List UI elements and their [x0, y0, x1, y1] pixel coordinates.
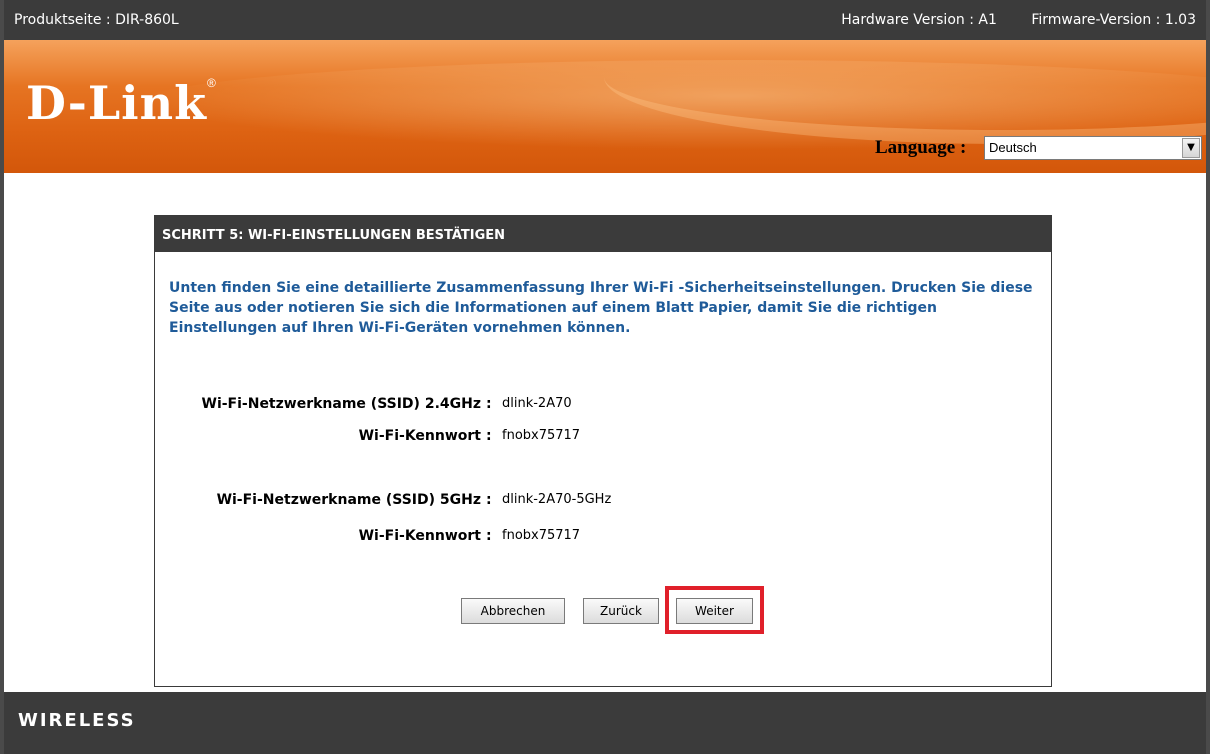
separator: : — [486, 396, 492, 412]
cancel-button[interactable]: Abbrechen — [461, 598, 565, 624]
ssid-24ghz-row: Wi-Fi-Netzwerkname (SSID) 2.4GHz : dlink… — [155, 393, 1051, 415]
password-5ghz-label: Wi-Fi-Kennwort — [358, 528, 481, 544]
hardware-version: Hardware Version : A1 — [841, 12, 997, 28]
dlink-logo: D-Link® — [26, 76, 217, 130]
next-button-highlight — [665, 586, 764, 634]
password-5ghz-value: fnobx75717 — [502, 528, 581, 543]
language-label: Language : — [875, 137, 967, 158]
product-page-label: Produktseite : DIR-860L — [14, 12, 179, 28]
password-24ghz-value: fnobx75717 — [502, 428, 581, 443]
ssid-5ghz-value: dlink-2A70-5GHz — [502, 492, 612, 507]
router-setup-page: Produktseite : DIR-860L Hardware Version… — [0, 0, 1210, 754]
brand-header: D-Link® Language : Deutsch ▼ — [4, 40, 1206, 173]
back-button[interactable]: Zurück — [583, 598, 659, 624]
version-info: Hardware Version : A1 Firmware-Version :… — [811, 0, 1196, 40]
ssid-24ghz-label: Wi-Fi-Netzwerkname (SSID) 2.4GHz — [201, 396, 482, 412]
registered-mark: ® — [206, 76, 217, 90]
chevron-down-icon[interactable]: ▼ — [1182, 138, 1200, 158]
wireless-footer-label: WIRELESS — [18, 710, 136, 731]
password-5ghz-row: Wi-Fi-Kennwort : fnobx75717 — [155, 525, 1051, 547]
wifi-settings-panel: SCHRITT 5: WI-FI-EINSTELLUNGEN BESTÄTIGE… — [154, 215, 1052, 687]
logo-text: D-Link — [26, 76, 207, 130]
footer-bar: WIRELESS — [4, 692, 1206, 754]
intro-text: Unten finden Sie eine detaillierte Zusam… — [169, 280, 1033, 336]
ssid-24ghz-value: dlink-2A70 — [502, 396, 572, 411]
language-select[interactable]: Deutsch ▼ — [984, 136, 1202, 160]
panel-title: SCHRITT 5: WI-FI-EINSTELLUNGEN BESTÄTIGE… — [155, 216, 1051, 252]
ssid-5ghz-row: Wi-Fi-Netzwerkname (SSID) 5GHz : dlink-2… — [155, 489, 1051, 511]
language-selected-value: Deutsch — [989, 140, 1037, 155]
separator: : — [486, 428, 492, 444]
firmware-version: Firmware-Version : 1.03 — [1031, 12, 1196, 28]
ssid-5ghz-label: Wi-Fi-Netzwerkname (SSID) 5GHz — [216, 492, 481, 508]
top-info-bar: Produktseite : DIR-860L Hardware Version… — [4, 0, 1206, 40]
password-24ghz-label: Wi-Fi-Kennwort — [358, 428, 481, 444]
password-24ghz-row: Wi-Fi-Kennwort : fnobx75717 — [155, 425, 1051, 447]
separator: : — [486, 528, 492, 544]
separator: : — [486, 492, 492, 508]
